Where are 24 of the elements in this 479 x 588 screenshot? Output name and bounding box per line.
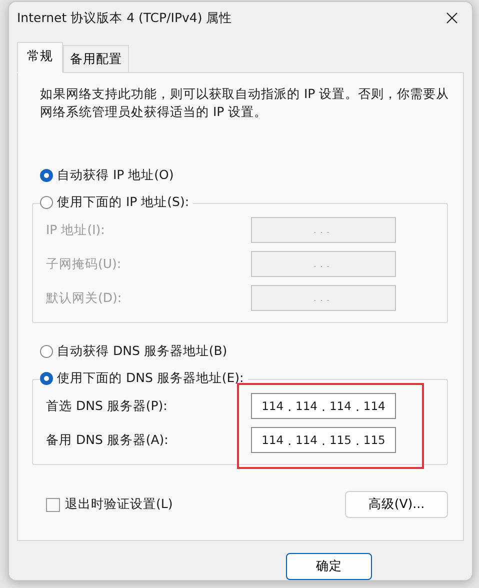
- field-label: IP 地址(I):: [46, 222, 105, 238]
- window-title: Internet 协议版本 4 (TCP/IPv4) 属性: [17, 10, 232, 26]
- close-icon: [446, 12, 458, 24]
- description-text: 如果网络支持此功能，则可以获取自动指派的 IP 设置。否则，你需要从网络系统管理员处获得适当的 IP 设置。: [40, 85, 450, 121]
- ok-button[interactable]: 确定: [286, 553, 372, 580]
- field-label: 首选 DNS 服务器(P):: [46, 398, 168, 414]
- checkbox[interactable]: [46, 498, 60, 512]
- tab[interactable]: 备用配置: [63, 45, 129, 73]
- advanced-button[interactable]: 高级(V)...: [345, 491, 448, 518]
- radio-button[interactable]: [40, 196, 53, 209]
- radio-button[interactable]: [40, 345, 53, 358]
- checkbox-label: 退出时验证设置(L): [65, 496, 173, 513]
- radio-button[interactable]: [40, 372, 53, 385]
- radio-label: 使用下面的 DNS 服务器地址(E):: [57, 370, 244, 387]
- field-label: 备用 DNS 服务器(A):: [46, 432, 168, 448]
- radio-button[interactable]: [40, 169, 53, 182]
- ip-address-field[interactable]: 114 . 114 . 114 . 114: [251, 393, 396, 419]
- radio-label: 使用下面的 IP 地址(S):: [57, 194, 190, 211]
- radio-label: 自动获得 IP 地址(O): [57, 167, 174, 184]
- radio-label: 自动获得 DNS 服务器地址(B): [57, 343, 228, 360]
- field-label: 子网掩码(U):: [46, 256, 122, 272]
- ip-address-field[interactable]: 114 . 114 . 115 . 115: [251, 427, 396, 453]
- field-label: 默认网关(D):: [46, 290, 122, 306]
- tab[interactable]: 常规: [17, 42, 63, 73]
